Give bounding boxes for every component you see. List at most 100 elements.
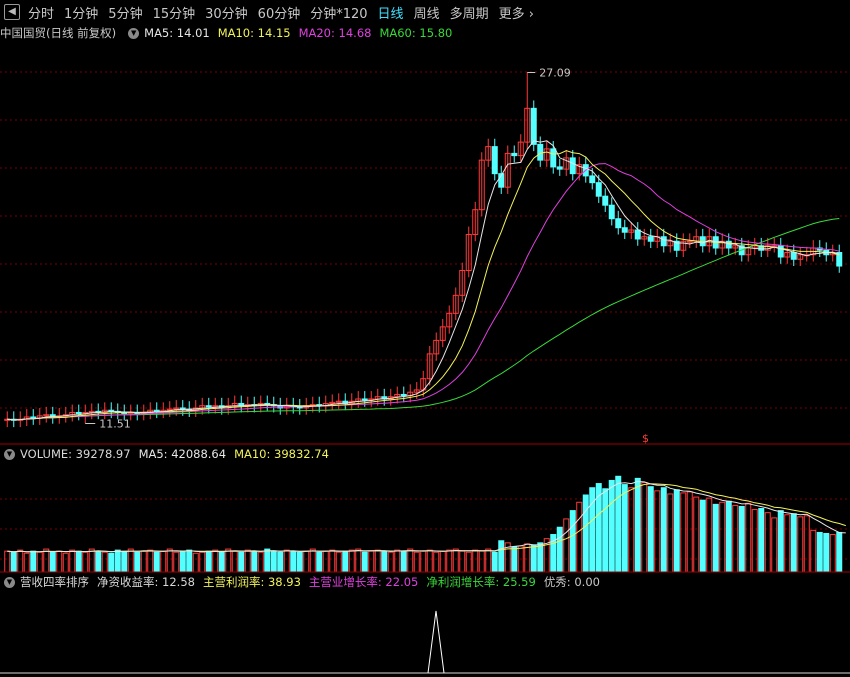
volume-bar [23,552,30,573]
volume-bar [179,550,186,573]
volume-bar [316,551,323,573]
more-label: 更多 [498,6,525,22]
volume-bar [82,551,89,573]
volume-bar [166,548,173,573]
volume-bar [621,484,628,573]
tab-daily[interactable]: 日线 [378,3,404,22]
volume-legend: ▼ VOLUME: 39278.97 MA5: 42088.64 MA10: 3… [0,445,337,463]
candle-body [30,416,37,419]
volume-settings-icon[interactable]: ▼ [4,448,15,460]
tab-15min[interactable]: 15分钟 [153,3,196,22]
volume-bar [303,550,310,573]
volume-bar [615,475,622,573]
candle-body [621,227,628,233]
volume-bar [706,497,713,573]
indicator-chart [0,610,850,674]
volume-bar [511,546,518,573]
volume-bar [56,550,63,573]
volume-bar [355,548,362,573]
volume-bar [186,549,193,573]
volume-bar [257,551,264,573]
tab-60min[interactable]: 60分钟 [258,3,301,22]
volume-bar [439,550,446,573]
volume-bar [114,549,121,573]
volume-bar [62,552,69,573]
candle-body [205,405,212,408]
settings-circle-icon[interactable]: ▼ [128,27,140,39]
tab-120min[interactable]: 分钟*120 [310,3,367,22]
volume-bar [569,510,576,573]
volume-bar [134,551,141,573]
volume-bar [758,508,765,573]
high-price-label: 27.09 [539,67,571,80]
back-icon[interactable]: ◀ [4,4,20,20]
volume-bar [199,551,206,573]
volume-bar [30,550,37,573]
volume-bar [4,550,11,573]
ma5-label: MA5: 14.01 [144,26,210,40]
volume-bar [212,549,219,573]
profit-margin-label: 主营利润率: 38.93 [202,575,301,589]
volume-bar [836,531,843,573]
volume-bar [719,501,726,573]
volume-bar [95,550,102,573]
volume-bar [595,483,602,573]
volume-bar [537,542,544,573]
candle-body [569,157,576,175]
volume-bar [790,513,797,573]
tab-weekly[interactable]: 周线 [414,3,440,22]
tab-more[interactable]: 更多 › [499,3,534,22]
volume-bar [43,548,50,573]
candle-body [550,148,557,168]
volume-bar [634,477,641,573]
volume-bar [387,551,394,573]
volume-bar [10,551,17,573]
volume-chart[interactable] [0,463,850,573]
volume-bar [400,550,407,573]
volume-bar [147,549,154,573]
volume-bar [452,548,459,573]
stock-title: 中国国贸(日线 前复权) [0,26,117,40]
tab-1min[interactable]: 1分钟 [64,3,98,22]
tab-5min[interactable]: 5分钟 [108,3,142,22]
volume-bar [582,494,589,573]
net-profit-growth-label: 净利润增长率: 25.59 [426,575,536,589]
volume-bar [426,549,433,573]
volume-bar [225,548,232,573]
volume-bar [17,549,24,573]
tab-multi-period[interactable]: 多周期 [450,3,489,22]
volume-bar [88,548,95,573]
roe-label: 净资收益率: 12.58 [97,575,195,589]
candlestick-chart[interactable]: 27.09 11.51 $ [0,42,850,445]
volume-bar [686,491,693,573]
volume-bar [309,548,316,573]
volume-bar [680,492,687,573]
volume-bar [810,529,817,573]
volume-bar [446,549,453,573]
volume-bar [433,551,440,573]
volume-bar [218,551,225,573]
volume-bar [491,551,498,573]
tab-intraday[interactable]: 分时 [28,3,54,22]
ma20-label: MA20: 14.68 [298,26,372,40]
candle-body [602,195,609,206]
volume-bar [238,551,245,573]
indicator-legend: ▼ 营收四率排序 净资收益率: 12.58 主营利润率: 38.93 主营业增长… [0,573,608,591]
candle-body [530,107,537,145]
signal-marker: $ [642,432,649,445]
tab-30min[interactable]: 30分钟 [205,3,248,22]
volume-bar [49,551,56,573]
volume-bar [563,518,570,573]
volume-ma5-label: MA5: 42088.64 [138,447,227,461]
revenue-growth-label: 主营业增长率: 22.05 [308,575,419,589]
volume-bar [140,550,147,573]
volume-bar [712,503,719,573]
indicator-settings-icon[interactable]: ▼ [4,576,15,588]
volume-bar [797,516,804,573]
volume-bar [576,501,583,573]
volume-bar [205,550,212,573]
volume-bar [459,550,466,573]
volume-bar [732,504,739,573]
candle-body [660,236,667,247]
volume-bar [121,550,128,573]
